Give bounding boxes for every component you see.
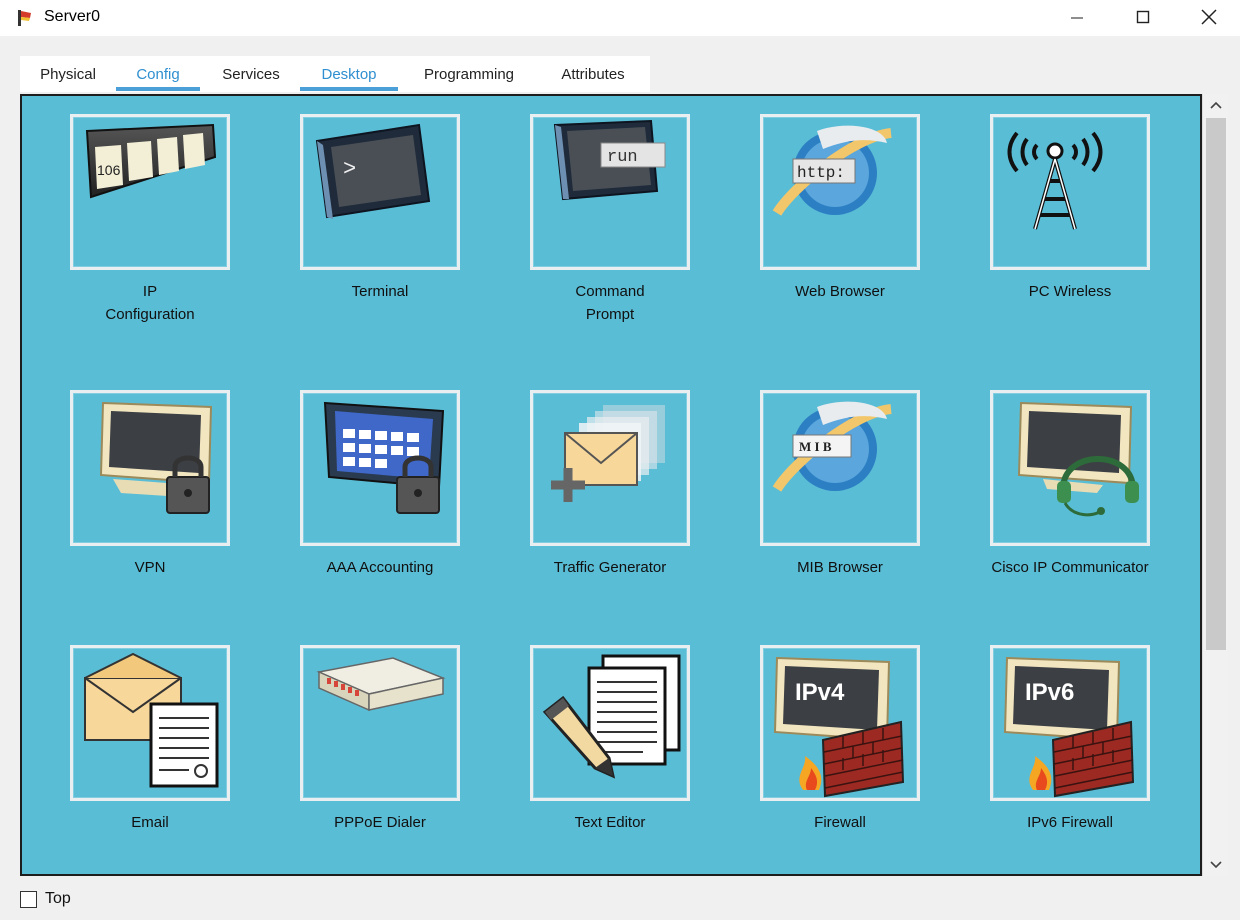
tab-desktop[interactable]: Desktop	[300, 56, 398, 92]
app-label: Email	[131, 814, 169, 831]
pppoe-dialer-icon	[316, 657, 446, 712]
packet-tracer-app-icon	[18, 10, 31, 26]
tab-programming[interactable]: Programming	[406, 56, 532, 92]
command-prompt-icon: run	[553, 119, 666, 201]
maximize-icon	[1136, 10, 1150, 24]
ipv6-firewall-text: IPv6	[1025, 679, 1074, 706]
vpn-icon	[99, 401, 213, 514]
minimize-button[interactable]	[1044, 0, 1110, 34]
maximize-button[interactable]	[1110, 0, 1176, 34]
firewall-text: IPv4	[795, 679, 845, 706]
app-cisco-ip-communicator[interactable]: Cisco IP Communicator	[942, 372, 1172, 632]
tab-bar: Physical Config Services Desktop Program…	[20, 56, 650, 92]
ipv6-firewall-icon: IPv6	[1003, 656, 1135, 798]
app-label: Command Prompt	[575, 283, 645, 323]
scroll-down-button[interactable]	[1203, 854, 1229, 876]
app-label: IP Configuration	[105, 283, 195, 323]
email-icon	[84, 652, 219, 788]
aaa-accounting-icon-box	[300, 390, 460, 546]
app-aaa-accounting[interactable]: AAA Accounting	[252, 372, 482, 632]
mib-browser-icon-box: M I B	[760, 390, 920, 546]
app-label: Firewall	[814, 814, 866, 831]
top-checkbox-label: Top	[45, 890, 71, 907]
pc-wireless-icon	[1007, 131, 1103, 230]
ip-configuration-icon-box: 106	[70, 114, 230, 270]
app-web-browser[interactable]: http: Web Browser	[712, 96, 942, 356]
mib-browser-text: M I B	[799, 439, 832, 454]
cisco-ip-communicator-icon-box	[990, 390, 1150, 546]
footer: Top	[20, 886, 220, 912]
text-editor-icon	[542, 654, 681, 779]
app-label: Terminal	[351, 283, 409, 300]
app-command-prompt[interactable]: run Command Prompt	[482, 96, 712, 356]
title-bar: Server0	[0, 0, 1240, 36]
app-label: MIB Browser	[797, 559, 883, 576]
scrollbar-thumb[interactable]	[1206, 118, 1226, 650]
web-browser-text: http:	[797, 164, 845, 182]
close-icon	[1201, 9, 1217, 25]
close-button[interactable]	[1176, 0, 1240, 34]
app-ip-configuration[interactable]: 106 IP Configuration	[22, 96, 252, 356]
tab-attributes[interactable]: Attributes	[544, 56, 642, 92]
app-email[interactable]: Email	[22, 627, 252, 874]
email-icon-box	[70, 645, 230, 801]
web-browser-icon: http:	[772, 125, 892, 216]
command-prompt-text: run	[607, 148, 638, 167]
app-ipv6-firewall[interactable]: IPv6 IPv6 Firewall	[942, 627, 1172, 874]
scroll-up-button[interactable]	[1203, 94, 1229, 116]
minimize-icon	[1071, 17, 1083, 19]
ip-configuration-icon: 106	[85, 123, 217, 199]
ipv6-firewall-icon-box: IPv6	[990, 645, 1150, 801]
chevron-down-icon	[1210, 861, 1222, 869]
window-title: Server0	[44, 8, 101, 25]
terminal-icon-box: >	[300, 114, 460, 270]
app-label: IPv6 Firewall	[1027, 814, 1113, 831]
cisco-ip-communicator-icon	[1017, 401, 1139, 517]
app-pppoe-dialer[interactable]: PPPoE Dialer	[252, 627, 482, 874]
top-checkbox[interactable]	[20, 890, 37, 908]
firewall-icon-box: IPv4	[760, 645, 920, 801]
app-label: Cisco IP Communicator	[991, 559, 1149, 576]
chevron-up-icon	[1210, 101, 1222, 109]
vpn-icon-box	[70, 390, 230, 546]
app-traffic-generator[interactable]: Traffic Generator	[482, 372, 712, 632]
text-editor-icon-box	[530, 645, 690, 801]
app-firewall[interactable]: IPv4 Firewall	[712, 627, 942, 874]
app-label: VPN	[134, 559, 166, 576]
firewall-icon: IPv4	[773, 656, 905, 798]
vertical-scrollbar[interactable]	[1202, 94, 1228, 876]
command-prompt-icon-box: run	[530, 114, 690, 270]
app-label: Text Editor	[574, 814, 646, 831]
app-label: PC Wireless	[1028, 283, 1112, 300]
pppoe-dialer-icon-box	[300, 645, 460, 801]
terminal-prompt: >	[343, 157, 356, 182]
mib-browser-icon: M I B	[772, 401, 892, 492]
traffic-generator-icon-box	[530, 390, 690, 546]
tab-physical[interactable]: Physical	[26, 56, 110, 92]
app-label: Traffic Generator	[553, 559, 667, 576]
traffic-generator-icon	[551, 405, 665, 502]
app-text-editor[interactable]: Text Editor	[482, 627, 712, 874]
app-label: AAA Accounting	[326, 559, 434, 576]
app-terminal[interactable]: > Terminal	[252, 96, 482, 356]
terminal-icon: >	[315, 123, 431, 219]
pc-wireless-icon-box	[990, 114, 1150, 270]
aaa-accounting-icon	[323, 401, 445, 514]
desktop-panel: 106 IP Configuration > Terminal run Comm…	[20, 94, 1202, 876]
tab-config[interactable]: Config	[116, 56, 200, 92]
web-browser-icon-box: http:	[760, 114, 920, 270]
app-label: Web Browser	[795, 283, 885, 300]
app-label: PPPoE Dialer	[334, 814, 426, 831]
app-pc-wireless[interactable]: PC Wireless	[942, 96, 1172, 356]
app-vpn[interactable]: VPN	[22, 372, 252, 632]
app-mib-browser[interactable]: M I B MIB Browser	[712, 372, 942, 632]
ip-configuration-number: 106	[97, 162, 121, 178]
tab-services[interactable]: Services	[206, 56, 296, 92]
